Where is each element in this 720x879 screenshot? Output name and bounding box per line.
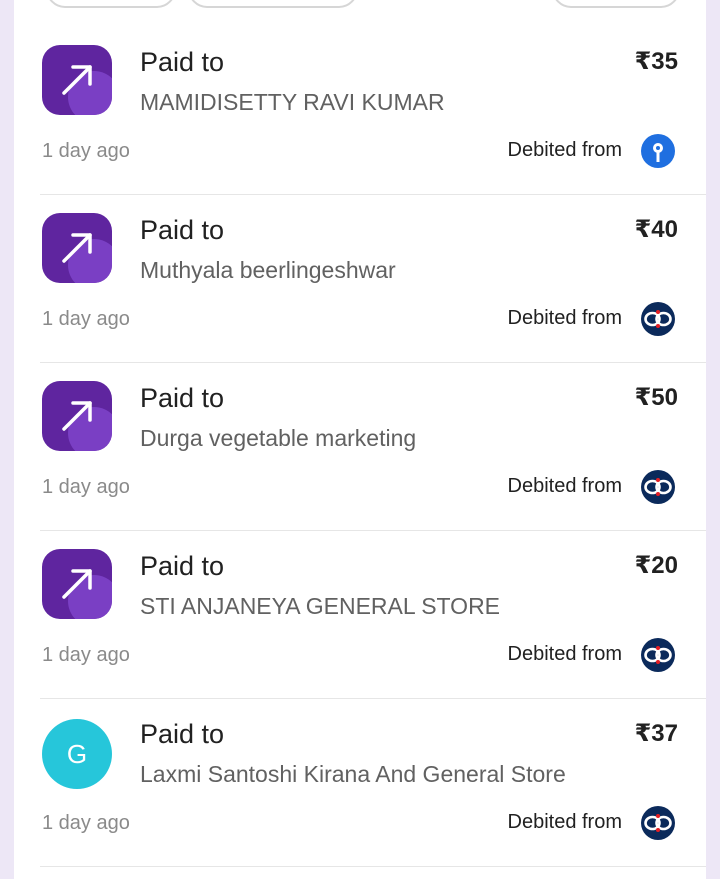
transaction-amount: ₹40 [634,216,678,243]
transaction-amount: ₹50 [634,384,678,411]
transaction-amount: ₹35 [634,48,678,75]
transaction-type: Paid to [140,47,225,77]
filter-chip[interactable] [188,0,358,8]
payee-name: Durga vegetable marketing [140,425,417,451]
debited-from-label: Debited from [507,475,623,497]
transaction-row[interactable]: Paid to Durga vegetable marketing ₹50 1 … [14,363,706,531]
transaction-row[interactable]: Paid to STI ANJANEYA GENERAL STORE ₹20 1… [14,531,706,699]
filter-chip[interactable] [552,0,680,8]
debited-from-label: Debited from [507,307,623,329]
transaction-type: Paid to [140,719,225,749]
payee-name: Muthyala beerlingeshwar [140,257,396,283]
transaction-amount: ₹37 [634,720,678,747]
filter-chip[interactable] [46,0,176,8]
payee-name: Laxmi Santoshi Kirana And General Store [140,761,566,787]
sbi-bank-icon [641,134,675,168]
paid-arrow-icon [42,549,112,619]
transaction-row[interactable]: G Paid to Laxmi Santoshi Kirana And Gene… [14,699,706,867]
transaction-time: 1 day ago [42,140,130,162]
filter-chip-row [14,0,706,8]
transaction-type: Paid to [140,215,225,245]
transaction-row[interactable]: Paid to Muthyala beerlingeshwar ₹40 1 da… [14,195,706,363]
transaction-time: 1 day ago [42,644,130,666]
payee-name: STI ANJANEYA GENERAL STORE [140,593,501,619]
payee-letter-avatar: G [42,719,112,789]
transaction-time: 1 day ago [42,308,130,330]
transaction-list-card: Paid to MAMIDISETTY RAVI KUMAR ₹35 1 day… [14,0,706,879]
row-divider [40,866,706,867]
kotak-bank-icon [641,638,675,672]
kotak-bank-icon [641,470,675,504]
paid-arrow-icon [42,381,112,451]
debited-from-label: Debited from [507,643,623,665]
transaction-time: 1 day ago [42,476,130,498]
paid-arrow-icon [42,45,112,115]
transaction-type: Paid to [140,383,225,413]
debited-from-label: Debited from [507,811,623,833]
debited-from-label: Debited from [507,139,623,161]
transaction-amount: ₹20 [634,552,678,579]
transaction-type: Paid to [140,551,225,581]
payee-name: MAMIDISETTY RAVI KUMAR [140,89,445,115]
kotak-bank-icon [641,806,675,840]
paid-arrow-icon [42,213,112,283]
transaction-time: 1 day ago [42,812,130,834]
kotak-bank-icon [641,302,675,336]
transaction-row[interactable]: Paid to MAMIDISETTY RAVI KUMAR ₹35 1 day… [14,27,706,195]
